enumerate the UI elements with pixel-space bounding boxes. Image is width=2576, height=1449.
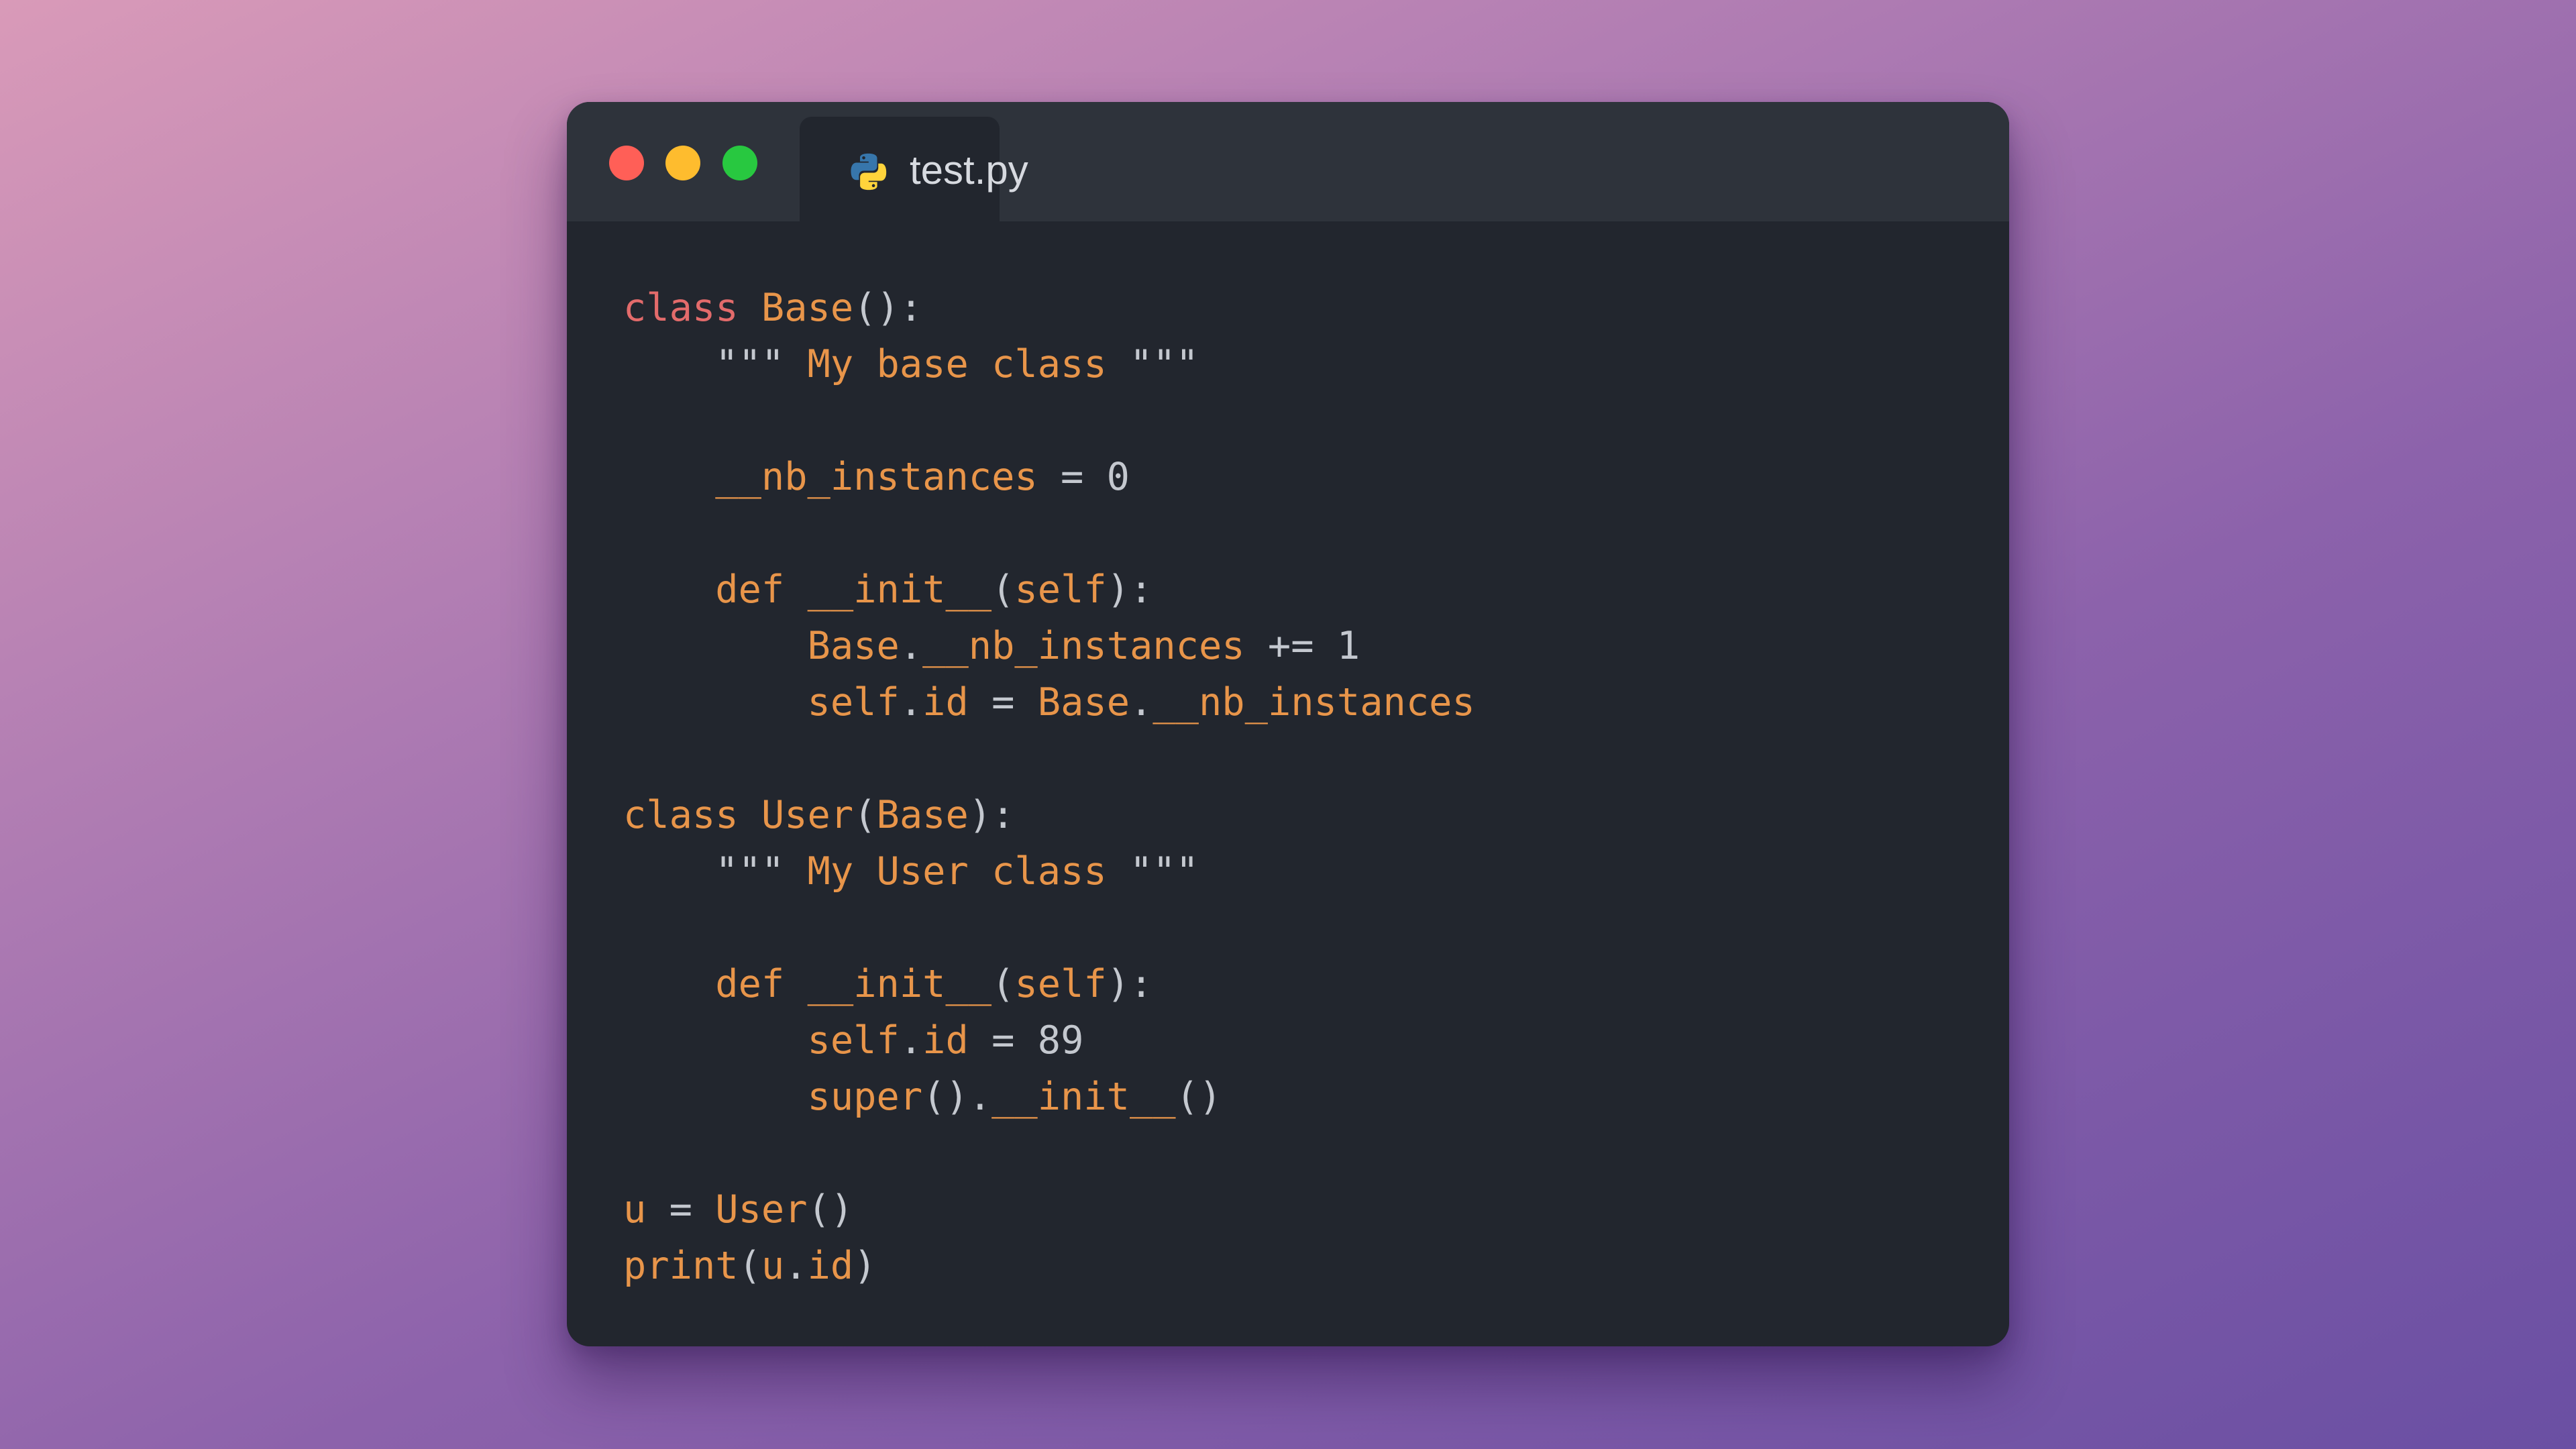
code-token: (	[738, 1244, 761, 1288]
code-token: 0	[1106, 455, 1130, 499]
code-token: ():	[853, 286, 923, 330]
code-token: +=	[1244, 624, 1337, 668]
code-line: super().__init__()	[623, 1069, 1475, 1125]
code-line: print(u.id)	[623, 1238, 1475, 1294]
code-token: __nb_instances	[715, 455, 1038, 499]
code-token: self	[807, 680, 900, 724]
code-token: print	[623, 1244, 739, 1288]
code-token: =	[968, 1018, 1038, 1063]
code-token: 89	[1037, 1018, 1084, 1063]
code-line: """ My base class """	[623, 336, 1475, 392]
code-token: """	[715, 849, 785, 894]
code-token: super	[807, 1075, 923, 1119]
code-line: u = User()	[623, 1181, 1475, 1238]
code-token: User	[761, 793, 854, 837]
code-token: .	[899, 680, 923, 724]
code-token: =	[646, 1187, 716, 1232]
code-token: .	[784, 1244, 808, 1288]
code-token: ().	[922, 1075, 992, 1119]
code-token: __init__	[991, 1075, 1176, 1119]
code-token: __init__	[807, 962, 992, 1006]
tab-label: test.py	[910, 148, 1028, 193]
code-token: (	[853, 793, 877, 837]
code-window: test.py class Base(): """ My base class …	[567, 102, 2009, 1346]
maximize-window-button[interactable]	[722, 146, 757, 180]
code-line: """ My User class """	[623, 843, 1475, 900]
code-token: )	[853, 1244, 877, 1288]
code-token: My base class	[784, 342, 1130, 386]
title-bar	[567, 102, 2009, 221]
code-token: ()	[1175, 1075, 1222, 1119]
code-line: class User(Base):	[623, 787, 1475, 843]
code-token: (	[991, 962, 1015, 1006]
code-line: Base.__nb_instances += 1	[623, 618, 1475, 674]
minimize-window-button[interactable]	[665, 146, 700, 180]
code-token: def	[715, 568, 785, 612]
code-token: def	[715, 962, 785, 1006]
code-line: self.id = Base.__nb_instances	[623, 674, 1475, 731]
code-token: ):	[1106, 962, 1153, 1006]
code-token: 1	[1336, 624, 1360, 668]
code-token: =	[1037, 455, 1107, 499]
code-token: Base	[1037, 680, 1130, 724]
code-line: class Base():	[623, 280, 1475, 336]
code-line: def __init__(self):	[623, 956, 1475, 1012]
close-window-button[interactable]	[609, 146, 644, 180]
code-token: __nb_instances	[922, 624, 1245, 668]
code-token: class	[623, 286, 739, 330]
code-token: """	[715, 342, 785, 386]
code-token: ):	[968, 793, 1015, 837]
code-token: class	[623, 793, 739, 837]
code-token: My User class	[784, 849, 1130, 894]
code-token: """	[1130, 849, 1199, 894]
code-token: ()	[807, 1187, 854, 1232]
code-token: Base	[761, 286, 854, 330]
python-icon	[851, 153, 887, 191]
code-line: __nb_instances = 0	[623, 449, 1475, 505]
code-token: =	[968, 680, 1038, 724]
code-token: __init__	[807, 568, 992, 612]
code-line: def __init__(self):	[623, 561, 1475, 618]
tab-test-py[interactable]: test.py	[800, 117, 1028, 221]
code-token: .	[899, 624, 923, 668]
code-token: ):	[1106, 568, 1153, 612]
code-token: id	[922, 680, 969, 724]
code-token: self	[807, 1018, 900, 1063]
code-token: self	[1014, 962, 1107, 1006]
code-token: u	[761, 1244, 785, 1288]
code-token: Base	[876, 793, 969, 837]
code-token: User	[715, 1187, 808, 1232]
code-editor[interactable]: class Base(): """ My base class """ __nb…	[623, 280, 1475, 1294]
code-token: id	[807, 1244, 854, 1288]
code-token: (	[991, 568, 1015, 612]
code-line: self.id = 89	[623, 1012, 1475, 1069]
code-token: .	[1130, 680, 1153, 724]
code-token: id	[922, 1018, 969, 1063]
code-token: u	[623, 1187, 647, 1232]
code-token: self	[1014, 568, 1107, 612]
code-token: """	[1130, 342, 1199, 386]
code-token: __nb_instances	[1152, 680, 1475, 724]
code-token: Base	[807, 624, 900, 668]
code-token: .	[899, 1018, 923, 1063]
